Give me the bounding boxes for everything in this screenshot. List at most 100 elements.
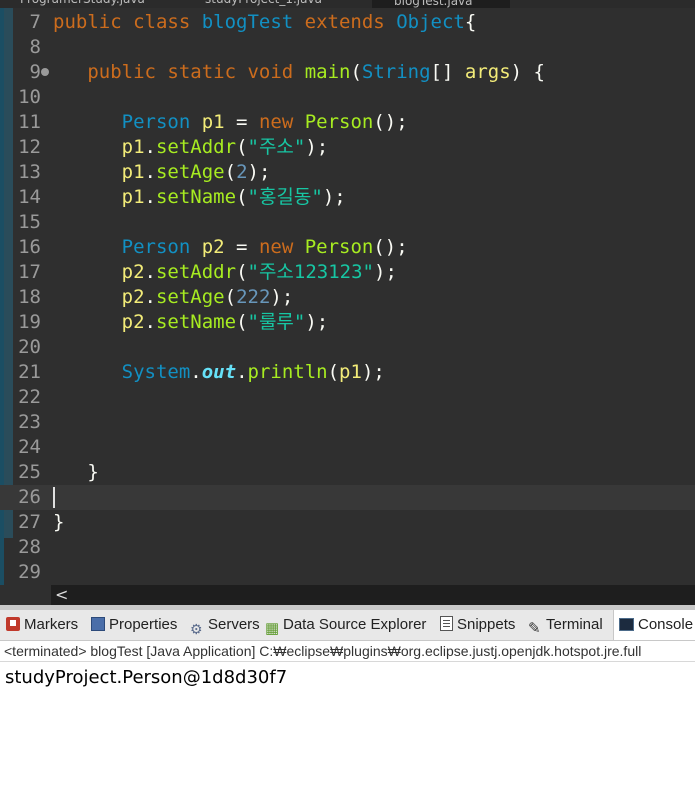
tab-console-label: Console <box>638 616 694 633</box>
markers-icon <box>6 617 20 631</box>
code-line[interactable]: 19 p2.setName("룰루"); <box>0 310 695 335</box>
code-text: Person p2 = new Person(); <box>53 235 408 260</box>
code-text: public static void main(String[] args) { <box>53 60 545 85</box>
scroll-left-icon[interactable]: < <box>55 585 68 605</box>
code-token: class <box>133 11 202 33</box>
code-line[interactable]: 8 <box>0 35 695 60</box>
code-line[interactable]: 23 <box>0 410 695 435</box>
code-line[interactable]: 11 Person p1 = new Person(); <box>0 110 695 135</box>
tab-servers[interactable]: Servers <box>190 610 260 644</box>
tab-properties-label: Properties <box>109 616 178 633</box>
tab-study-project[interactable]: studyProject_1.java <box>205 0 322 8</box>
code-token: 222 <box>236 286 271 308</box>
data-source-explorer-icon <box>265 614 279 644</box>
tab-console[interactable]: Console <box>613 610 695 640</box>
line-number: 15 <box>18 211 41 233</box>
line-number: 23 <box>18 411 41 433</box>
code-line[interactable]: 9 public static void main(String[] args)… <box>0 60 695 85</box>
console-output[interactable]: studyProject.Person@1d8d30f7 <box>0 663 695 789</box>
tab-terminal[interactable]: Terminal <box>528 610 603 644</box>
fold-marker-icon[interactable] <box>41 68 49 76</box>
line-number: 24 <box>18 436 41 458</box>
code-line[interactable]: 16 Person p2 = new Person(); <box>0 235 695 260</box>
code-line[interactable]: 22 <box>0 385 695 410</box>
code-line[interactable]: 27} <box>0 510 695 535</box>
line-number: 17 <box>18 261 41 283</box>
code-token: public <box>87 61 168 83</box>
horizontal-scrollbar[interactable]: < <box>51 585 695 605</box>
code-line[interactable]: 28 <box>0 535 695 560</box>
code-text: } <box>53 510 64 535</box>
code-token: . <box>144 136 156 158</box>
tab-blog-test[interactable]: blogTest.java <box>372 0 510 8</box>
code-line[interactable]: 24 <box>0 435 695 460</box>
code-line[interactable]: 21 System.out.println(p1); <box>0 360 695 385</box>
code-token: out <box>201 361 237 383</box>
code-line[interactable]: 13 p1.setAge(2); <box>0 160 695 185</box>
code-token: . <box>144 286 156 308</box>
code-token: setName <box>155 311 237 333</box>
line-number: 26 <box>18 486 41 508</box>
code-token: extends <box>304 11 397 33</box>
code-token: public <box>53 11 134 33</box>
editor-tab-strip: ProgramerStudy.java studyProject_1.java … <box>0 0 695 8</box>
properties-icon <box>91 617 105 631</box>
code-line[interactable]: 17 p2.setAddr("주소123123"); <box>0 260 695 285</box>
console-output-line: studyProject.Person@1d8d30f7 <box>5 667 288 688</box>
servers-icon <box>190 614 204 644</box>
tab-snippets[interactable]: Snippets <box>440 610 515 640</box>
tab-data-source-explorer[interactable]: Data Source Explorer <box>265 610 426 644</box>
code-line[interactable]: 15 <box>0 210 695 235</box>
code-token: main <box>304 61 351 83</box>
code-line[interactable]: 26 <box>0 485 695 510</box>
code-line[interactable]: 25 } <box>0 460 695 485</box>
code-text: p2.setName("룰루"); <box>53 310 329 335</box>
code-text: p1.setName("홍길동"); <box>53 185 346 210</box>
code-token: (); <box>373 236 408 258</box>
code-token: setAddr <box>155 261 237 283</box>
code-token: p1 <box>121 136 145 158</box>
tab-snippets-label: Snippets <box>457 616 516 633</box>
tab-properties[interactable]: Properties <box>91 610 177 640</box>
line-number: 13 <box>18 161 41 183</box>
code-text: p1.setAge(2); <box>53 160 271 185</box>
tab-markers[interactable]: Markers <box>6 610 78 640</box>
code-line[interactable]: 7 public class blogTest extends Object{ <box>0 10 695 35</box>
code-token: Person <box>304 236 374 258</box>
console-icon <box>619 618 634 631</box>
text-cursor <box>53 487 55 508</box>
code-line[interactable]: 12 p1.setAddr("주소"); <box>0 135 695 160</box>
code-token: p2 <box>121 311 145 333</box>
code-token: p2 <box>201 236 237 258</box>
code-line[interactable]: 20 <box>0 335 695 360</box>
code-token: String <box>361 61 431 83</box>
code-editor[interactable]: 7 public class blogTest extends Object{8 9… <box>0 8 695 585</box>
code-token: [] <box>430 61 465 83</box>
code-line[interactable]: 18 p2.setAge(222); <box>0 285 695 310</box>
code-token: { <box>464 11 477 33</box>
tab-markers-label: Markers <box>24 616 79 633</box>
code-token: (); <box>373 111 408 133</box>
code-token: Person <box>121 111 202 133</box>
code-token: p1 <box>201 111 237 133</box>
line-number: 19 <box>18 311 41 333</box>
code-token: "주소" <box>247 136 306 158</box>
code-token: ); <box>247 161 271 183</box>
tab-programer-study[interactable]: ProgramerStudy.java <box>20 0 145 8</box>
code-token: . <box>236 361 248 383</box>
code-line[interactable]: 14 p1.setName("홍길동"); <box>0 185 695 210</box>
code-token: System <box>121 361 191 383</box>
code-text: } <box>53 460 98 485</box>
code-token: setAge <box>155 161 225 183</box>
code-token: ); <box>361 361 385 383</box>
code-text: System.out.println(p1); <box>53 360 385 385</box>
code-token: println <box>247 361 328 383</box>
code-token: Person <box>121 236 202 258</box>
line-number: 7 <box>29 11 41 33</box>
code-line[interactable]: 29 <box>0 560 695 585</box>
code-token: 2 <box>236 161 248 183</box>
code-line[interactable]: 10 <box>0 85 695 110</box>
